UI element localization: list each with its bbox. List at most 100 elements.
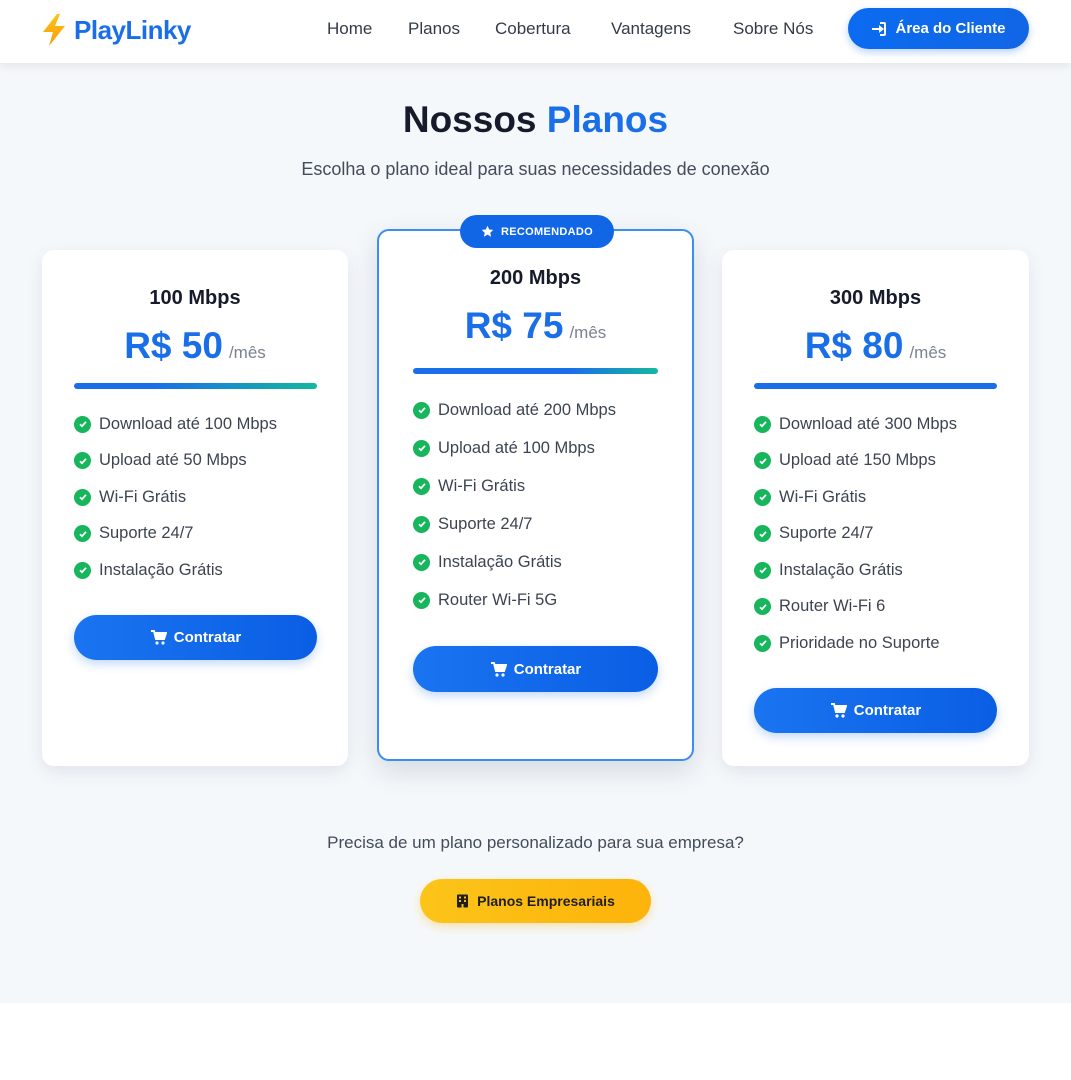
check-icon <box>754 598 771 616</box>
plan-bar <box>754 383 997 389</box>
cart-icon <box>150 630 167 645</box>
feature-text: Prioridade no Suporte <box>779 633 940 652</box>
contract-label: Contratar <box>853 702 922 719</box>
feature-text: Download até 200 Mbps <box>438 400 616 419</box>
section-title: Nossos Planos <box>0 99 1071 141</box>
feature-item: Instalação Grátis <box>754 552 957 589</box>
plan-bar <box>74 383 317 389</box>
price-row: R$ 80 /mês <box>722 325 1029 367</box>
feature-text: Upload até 150 Mbps <box>779 451 936 470</box>
plans-section: Nossos Planos Escolha o plano ideal para… <box>0 63 1071 1003</box>
navbar: PlayLinky Home Planos Cobertura Vantagen… <box>0 0 1071 63</box>
contract-button[interactable]: Contratar <box>413 646 658 692</box>
check-icon <box>754 452 771 470</box>
check-icon <box>74 561 91 579</box>
client-area-label: Área do Cliente <box>895 20 1006 37</box>
feature-text: Wi-Fi Grátis <box>99 487 187 506</box>
plan-card-300: 300 Mbps R$ 80 /mês Download até 300 Mbp… <box>722 250 1029 766</box>
feature-item: Suporte 24/7 <box>413 505 616 543</box>
lightning-icon <box>43 14 65 46</box>
feature-text: Router Wi-Fi 6 <box>779 597 886 616</box>
feature-text: Download até 100 Mbps <box>99 414 277 433</box>
feature-text: Suporte 24/7 <box>99 524 194 543</box>
feature-item: Wi-Fi Grátis <box>413 467 616 505</box>
recommended-badge: RECOMENDADO <box>460 215 614 248</box>
title-part-1: Nossos <box>402 99 537 140</box>
check-icon <box>413 553 430 571</box>
price-row: R$ 50 /mês <box>42 325 348 367</box>
feature-item: Instalação Grátis <box>74 552 277 589</box>
check-icon <box>413 401 430 419</box>
plan-card-200: RECOMENDADO 200 Mbps R$ 75 /mês Download… <box>377 215 694 761</box>
brand-logo[interactable]: PlayLinky <box>40 12 191 48</box>
section-subtitle: Escolha o plano ideal para suas necessid… <box>301 159 770 179</box>
nav-link-vantagens[interactable]: Vantagens <box>611 19 691 39</box>
star-icon <box>481 225 494 237</box>
check-icon <box>754 488 771 506</box>
feature-item: Prioridade no Suporte <box>754 625 957 662</box>
sign-in-icon <box>872 21 887 36</box>
feature-item: Wi-Fi Grátis <box>754 479 957 516</box>
feature-item: Download até 300 Mbps <box>754 406 957 443</box>
feature-list: Download até 100 Mbps Upload até 50 Mbps… <box>74 406 277 589</box>
check-icon <box>754 634 771 652</box>
contract-label: Contratar <box>173 629 242 646</box>
feature-item: Suporte 24/7 <box>754 516 957 553</box>
feature-text: Suporte 24/7 <box>779 524 874 543</box>
client-area-button[interactable]: Área do Cliente <box>848 8 1029 49</box>
check-icon <box>74 415 91 433</box>
plan-price: R$ 80 <box>804 325 904 366</box>
contract-label: Contratar <box>513 660 582 678</box>
check-icon <box>754 415 771 433</box>
feature-list: Download até 300 Mbps Upload até 150 Mbp… <box>754 406 957 662</box>
feature-item: Instalação Grátis <box>413 543 616 581</box>
feature-item: Upload até 150 Mbps <box>754 443 957 480</box>
check-icon <box>413 477 430 495</box>
feature-text: Wi-Fi Grátis <box>438 476 526 495</box>
feature-item: Suporte 24/7 <box>74 516 277 553</box>
feature-text: Instalação Grátis <box>99 560 223 579</box>
check-icon <box>413 439 430 457</box>
check-icon <box>413 591 430 609</box>
feature-item: Router Wi-Fi 5G <box>413 581 616 619</box>
check-icon <box>74 452 91 470</box>
plan-period: /mês <box>569 323 607 342</box>
custom-plan-text: Precisa de um plano personalizado para s… <box>327 833 744 852</box>
business-plans-button[interactable]: Planos Empresariais <box>420 879 651 923</box>
check-icon <box>754 525 771 543</box>
business-plans-label: Planos Empresariais <box>477 893 615 909</box>
plan-card-100: 100 Mbps R$ 50 /mês Download até 100 Mbp… <box>42 250 348 766</box>
plan-bar <box>413 368 658 374</box>
plan-name: 200 Mbps <box>489 267 582 289</box>
contract-button[interactable]: Contratar <box>754 688 997 733</box>
plan-name: 300 Mbps <box>829 287 922 309</box>
check-icon <box>74 525 91 543</box>
badge-label: RECOMENDADO <box>501 225 593 238</box>
feature-text: Router Wi-Fi 5G <box>438 590 558 609</box>
feature-item: Router Wi-Fi 6 <box>754 589 957 626</box>
plan-name: 100 Mbps <box>149 287 241 309</box>
cart-icon <box>830 703 847 718</box>
plan-period: /mês <box>909 343 947 362</box>
feature-item: Download até 200 Mbps <box>413 391 616 429</box>
brand-name: PlayLinky <box>74 14 191 45</box>
check-icon <box>74 488 91 506</box>
feature-item: Wi-Fi Grátis <box>74 479 277 516</box>
nav-link-planos[interactable]: Planos <box>408 19 460 39</box>
plan-period: /mês <box>228 343 266 362</box>
nav-link-home[interactable]: Home <box>327 19 372 39</box>
feature-item: Download até 100 Mbps <box>74 406 277 443</box>
feature-list: Download até 200 Mbps Upload até 100 Mbp… <box>413 391 616 619</box>
feature-text: Suporte 24/7 <box>438 514 533 533</box>
contract-button[interactable]: Contratar <box>74 615 317 660</box>
nav-link-sobre-nos[interactable]: Sobre Nós <box>733 19 813 39</box>
feature-text: Instalação Grátis <box>779 560 903 579</box>
feature-text: Upload até 100 Mbps <box>438 438 595 457</box>
cart-icon <box>490 661 507 677</box>
feature-text: Instalação Grátis <box>438 552 562 571</box>
check-icon <box>754 561 771 579</box>
feature-text: Upload até 50 Mbps <box>99 451 247 470</box>
building-icon <box>457 894 469 908</box>
price-row: R$ 75 /mês <box>379 305 692 347</box>
nav-link-cobertura[interactable]: Cobertura <box>495 19 571 39</box>
